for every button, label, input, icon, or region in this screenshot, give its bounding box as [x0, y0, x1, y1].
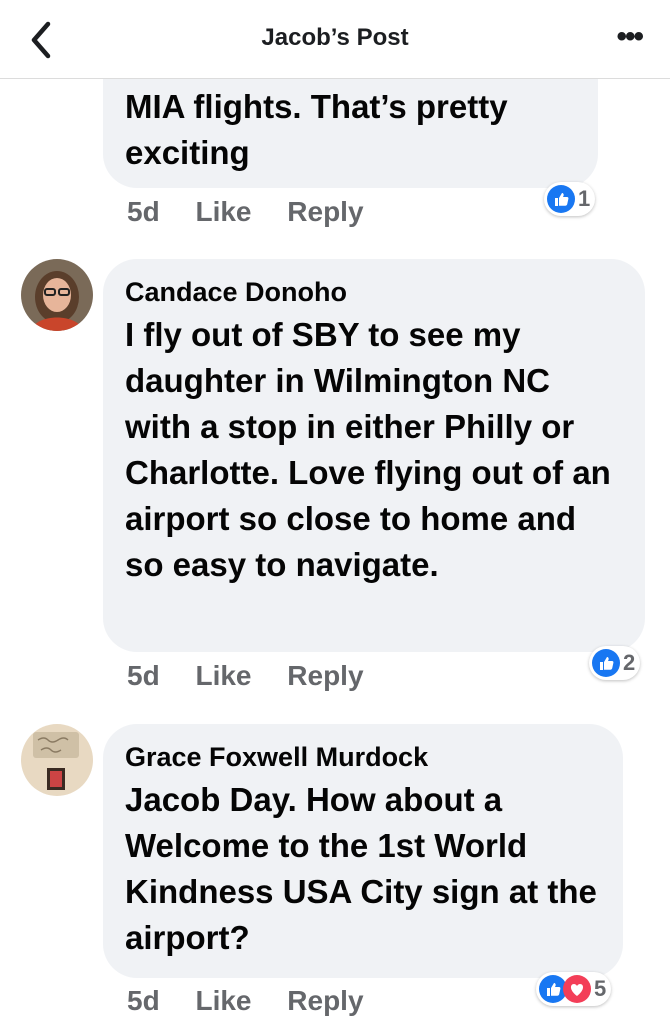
reaction-count: 1 — [578, 186, 591, 211]
reaction-summary[interactable]: 2 — [589, 646, 641, 680]
comment-text: MIA flights. That’s pretty exciting — [125, 88, 508, 171]
comment-bubble: Grace Foxwell Murdock Jacob Day. How abo… — [103, 724, 623, 978]
comment-author[interactable]: Candace Donoho — [125, 277, 621, 308]
comment-actions: 5d Like Reply — [127, 660, 392, 692]
page-title: Jacob’s Post — [261, 24, 409, 51]
comment-bubble: Candace Donoho I fly out of SBY to see m… — [103, 259, 645, 652]
reply-button[interactable]: Reply — [287, 985, 363, 1016]
like-reaction-icon — [592, 649, 620, 677]
comment-text: I fly out of SBY to see my daughter in W… — [125, 316, 611, 583]
top-bar: Jacob’s Post ••• — [0, 0, 670, 79]
reaction-summary[interactable]: 1 — [544, 182, 596, 216]
comment-author[interactable]: Grace Foxwell Murdock — [125, 742, 599, 773]
comment-actions: 5d Like Reply — [127, 985, 392, 1017]
like-button[interactable]: Like — [195, 196, 251, 227]
like-reaction-icon — [547, 185, 575, 213]
reaction-summary[interactable]: 5 — [536, 972, 612, 1006]
reply-button[interactable]: Reply — [287, 196, 363, 227]
comment-actions: 5d Like Reply — [127, 196, 392, 228]
reply-button[interactable]: Reply — [287, 660, 363, 691]
avatar[interactable] — [21, 724, 93, 796]
comment-text: Jacob Day. How about a Welcome to the 1s… — [125, 777, 599, 961]
like-button[interactable]: Like — [195, 660, 251, 691]
avatar[interactable] — [21, 259, 93, 331]
reaction-count: 5 — [594, 976, 607, 1001]
love-reaction-icon — [563, 975, 591, 1003]
comment-time: 5d — [127, 985, 160, 1016]
reaction-count: 2 — [623, 650, 636, 675]
more-options-button[interactable]: ••• — [616, 22, 643, 52]
comment-time: 5d — [127, 660, 160, 691]
mention-link[interactable]: Jacob Day — [125, 781, 288, 818]
comment-time: 5d — [127, 196, 160, 227]
like-button[interactable]: Like — [195, 985, 251, 1016]
